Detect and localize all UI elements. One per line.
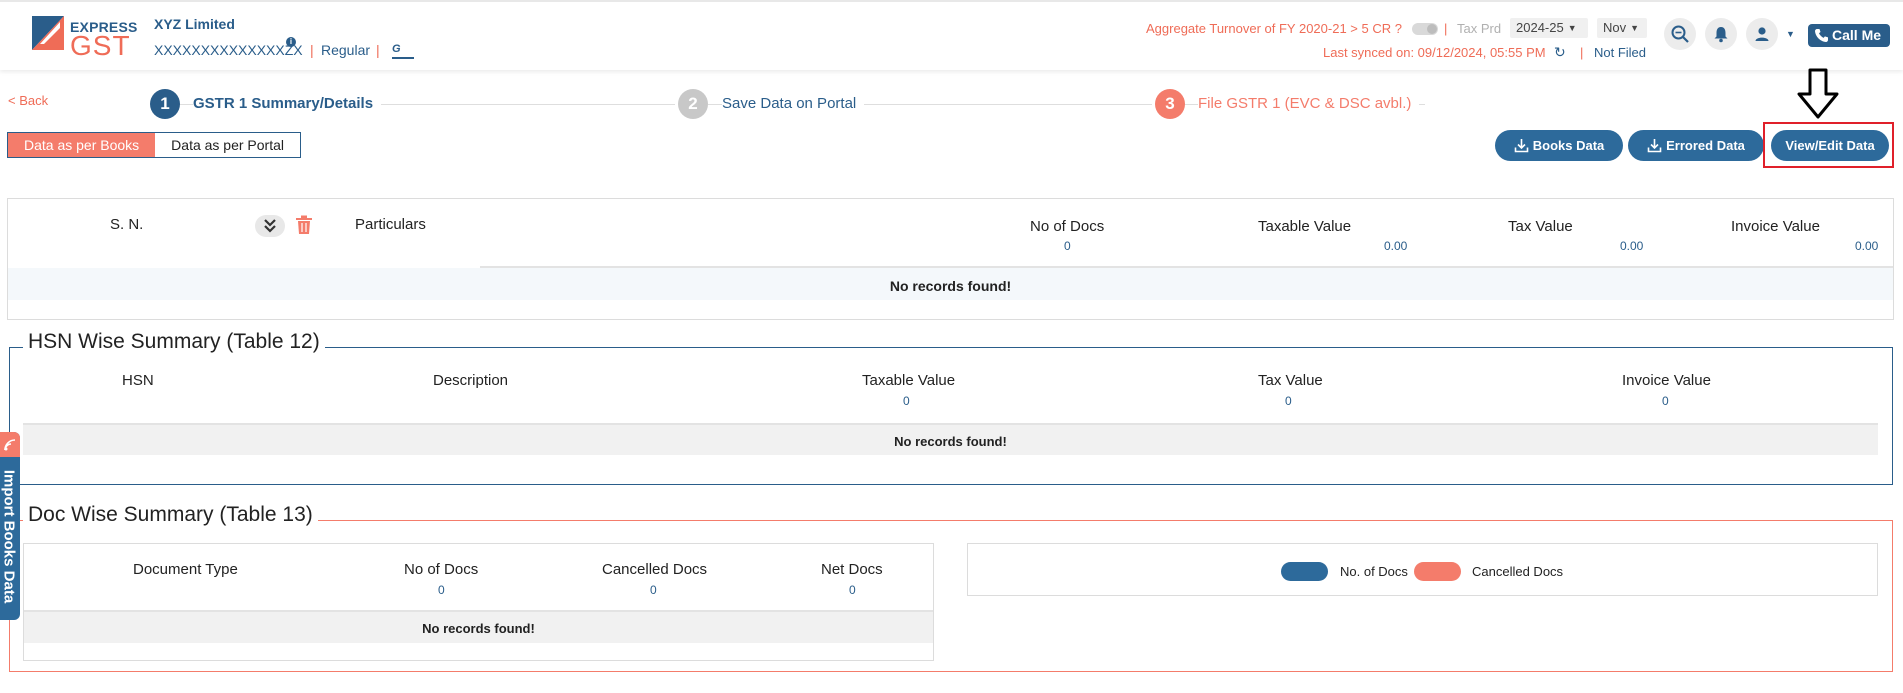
caret-down-icon[interactable]: ▼ <box>1786 29 1795 39</box>
doc-summary-title: Doc Wise Summary (Table 13) <box>23 503 318 527</box>
separator: | <box>1444 21 1448 36</box>
turnover-toggle[interactable] <box>1412 23 1438 35</box>
hsn-total-taxable-value: 0 <box>903 394 910 408</box>
hsn-summary-section <box>9 347 1893 485</box>
errored-data-label: Errored Data <box>1666 138 1745 153</box>
call-me-button[interactable]: Call Me <box>1808 24 1890 47</box>
gstn-logo-icon: G <box>392 42 414 59</box>
total-tax-value: 0.00 <box>1620 239 1644 253</box>
notifications-button[interactable] <box>1705 18 1737 50</box>
search-zoom-button[interactable] <box>1664 18 1696 50</box>
separator: | <box>376 42 380 58</box>
step-1-number[interactable]: 1 <box>150 89 180 119</box>
column-header-cancelled-docs: Cancelled Docs <box>602 561 708 578</box>
tax-period-label: Tax Prd <box>1457 21 1502 36</box>
column-header-description: Description <box>433 372 509 389</box>
separator: | <box>310 42 314 58</box>
last-synced-text: Last synced on: 09/12/2024, 05:55 PM <box>1323 45 1546 60</box>
legend-swatch-no-of-docs[interactable] <box>1281 562 1328 581</box>
column-header-taxable-value: Taxable Value <box>1258 218 1352 235</box>
step-3-number[interactable]: 3 <box>1155 89 1185 119</box>
column-header-document-type: Document Type <box>133 561 238 578</box>
month-select-value: Nov <box>1603 20 1627 35</box>
step-1-label[interactable]: GSTR 1 Summary/Details <box>193 95 382 112</box>
import-books-data-tab[interactable]: Import Books Data <box>0 432 20 620</box>
month-select[interactable]: Nov ▼ <box>1597 18 1647 38</box>
empty-state-message: No records found! <box>894 434 1007 449</box>
errored-data-button[interactable]: Errored Data <box>1628 130 1764 161</box>
column-header-tax-value: Tax Value <box>1258 372 1323 389</box>
legend-label-cancelled-docs[interactable]: Cancelled Docs <box>1472 564 1563 579</box>
empty-state-message: No records found! <box>422 621 535 636</box>
gstr1-summary-table <box>7 198 1894 320</box>
data-source-toggle: Data as per Books Data as per Portal <box>7 132 302 158</box>
download-icon <box>1647 139 1662 153</box>
download-icon <box>1514 139 1529 153</box>
collapse-all-button[interactable] <box>255 215 285 237</box>
data-as-per-books-option[interactable]: Data as per Books <box>8 133 156 157</box>
highlight-annotation-box <box>1763 122 1894 168</box>
step-2-label[interactable]: Save Data on Portal <box>722 95 865 112</box>
search-zoom-icon <box>1671 25 1689 43</box>
books-data-label: Books Data <box>1532 138 1605 153</box>
phone-icon <box>1815 29 1828 42</box>
column-header-no-of-docs: No of Docs <box>1030 218 1105 235</box>
step-3-label[interactable]: File GSTR 1 (EVC & DSC avbl.) <box>1198 95 1420 112</box>
doc-total-no-of-docs: 0 <box>438 583 445 597</box>
call-me-label: Call Me <box>1832 27 1882 43</box>
app-header: EXPRESS GST XYZ Limited XXXXXXXXXXXXXXZX… <box>0 0 1903 70</box>
column-header-sn: S. N. <box>110 216 144 233</box>
bell-icon <box>1714 27 1728 43</box>
hsn-total-tax-value: 0 <box>1285 394 1292 408</box>
column-header-hsn: HSN <box>122 372 154 389</box>
total-no-of-docs: 0 <box>1064 239 1071 253</box>
user-icon <box>1755 27 1769 41</box>
registration-type: Regular <box>321 42 371 58</box>
express-gst-logo[interactable]: EXPRESS GST <box>30 14 142 61</box>
column-header-tax-value: Tax Value <box>1508 218 1573 235</box>
logo-mark-icon <box>32 16 64 50</box>
user-menu-button[interactable] <box>1746 18 1778 50</box>
separator: | <box>1580 45 1584 60</box>
company-name: XYZ Limited <box>154 16 235 32</box>
turnover-question: Aggregate Turnover of FY 2020-21 > 5 CR … <box>1146 21 1402 36</box>
down-arrow-icon <box>1797 68 1839 119</box>
import-books-data-label: Import Books Data <box>0 469 18 604</box>
gstin-value: XXXXXXXXXXXXXXZX <box>154 42 303 58</box>
caret-down-icon: ▼ <box>1567 23 1577 33</box>
column-header-particulars: Particulars <box>355 216 426 233</box>
doc-total-cancelled-docs: 0 <box>650 583 657 597</box>
column-header-invoice-value: Invoice Value <box>1731 218 1820 235</box>
legend-swatch-cancelled-docs[interactable] <box>1414 562 1461 581</box>
total-invoice-value: 0.00 <box>1855 239 1879 253</box>
column-header-invoice-value: Invoice Value <box>1622 372 1711 389</box>
year-select-value: 2024-25 <box>1516 20 1564 35</box>
double-chevron-down-icon <box>264 219 276 233</box>
caret-down-icon: ▼ <box>1630 23 1640 33</box>
books-data-button[interactable]: Books Data <box>1495 130 1623 161</box>
column-header-taxable-value: Taxable Value <box>862 372 956 389</box>
hsn-summary-title: HSN Wise Summary (Table 12) <box>23 330 325 354</box>
step-2-number[interactable]: 2 <box>678 89 708 119</box>
year-select[interactable]: 2024-25 ▼ <box>1510 18 1588 38</box>
doc-total-net-docs: 0 <box>849 583 856 597</box>
hsn-total-invoice-value: 0 <box>1662 394 1669 408</box>
back-link[interactable]: < Back <box>8 93 48 108</box>
empty-state-message: No records found! <box>889 278 1012 294</box>
filing-status: Not Filed <box>1594 45 1647 60</box>
column-header-net-docs: Net Docs <box>821 561 883 578</box>
trash-icon[interactable] <box>295 215 313 235</box>
total-taxable-value: 0.00 <box>1384 239 1408 253</box>
column-header-no-of-docs: No of Docs <box>404 561 479 578</box>
legend-label-no-of-docs[interactable]: No. of Docs <box>1340 564 1408 579</box>
logo-text-gst: GST <box>70 30 131 61</box>
info-icon[interactable]: i <box>286 37 296 47</box>
refresh-icon[interactable]: ↻ <box>1554 44 1566 61</box>
data-as-per-portal-option[interactable]: Data as per Portal <box>155 133 301 157</box>
